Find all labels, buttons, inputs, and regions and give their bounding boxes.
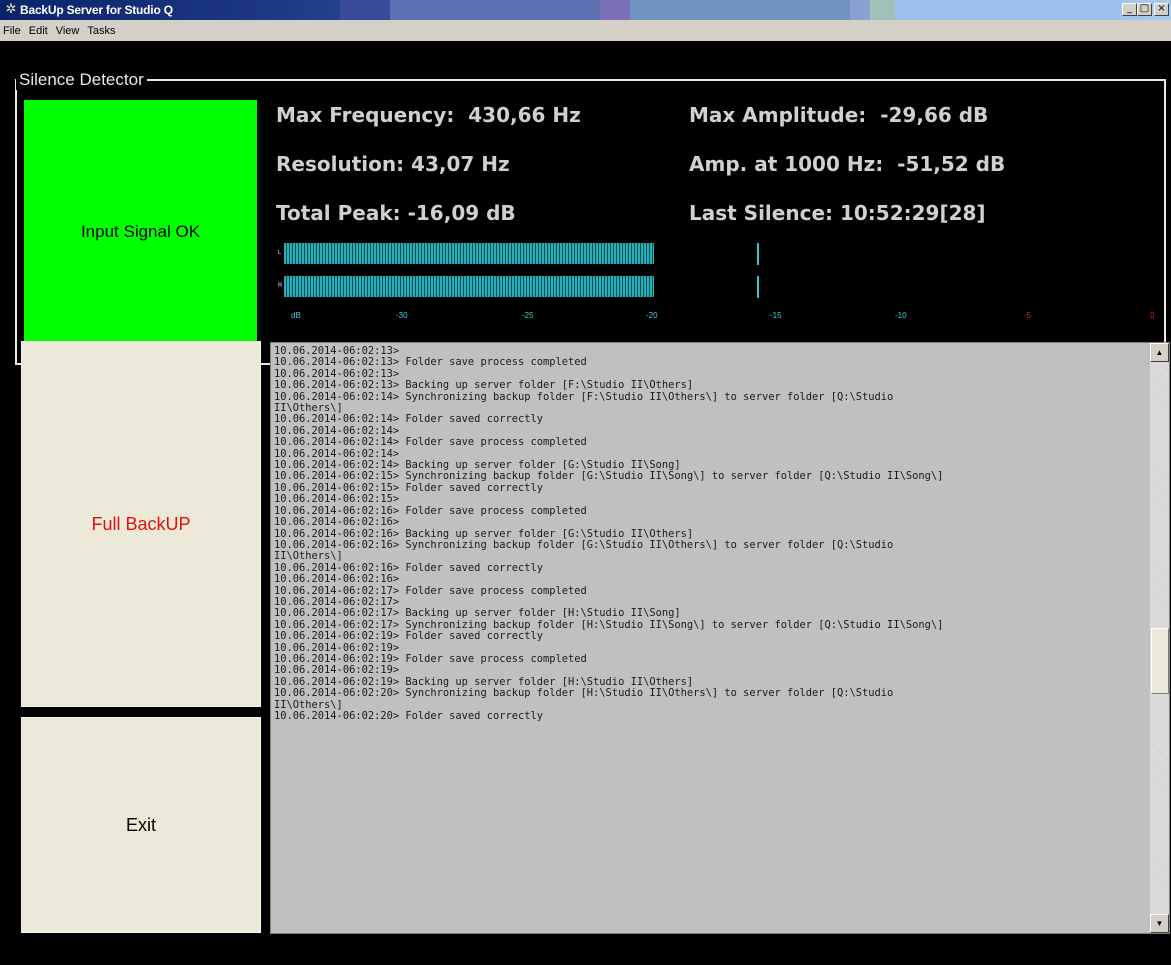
meter-scale-15: -15 bbox=[770, 311, 782, 320]
meter-right-peak bbox=[756, 276, 759, 298]
title-bar[interactable]: ✲ BackUp Server for Studio Q _ □ × bbox=[0, 0, 1171, 20]
log-line: 10.06.2014-06:02:20> Folder saved correc… bbox=[274, 710, 543, 722]
meter-right-label: R bbox=[278, 283, 283, 289]
resolution: Resolution: 43,07 Hz bbox=[276, 152, 510, 176]
log-line: 10.06.2014-06:02:20> Synchronizing backu… bbox=[274, 687, 894, 700]
meter-scale-10: -10 bbox=[895, 311, 907, 320]
menu-edit[interactable]: Edit bbox=[25, 25, 52, 37]
log-line: II\Others\] bbox=[274, 550, 343, 563]
client-area: Silence Detector Input Signal OK Max Fre… bbox=[0, 41, 1171, 965]
meter-left-peak bbox=[756, 243, 759, 265]
scroll-down-arrow-icon[interactable]: ▼ bbox=[1150, 914, 1169, 933]
menu-file[interactable]: File bbox=[0, 25, 25, 37]
menu-view[interactable]: View bbox=[52, 25, 84, 37]
log-line: 10.06.2014-06:02:16> Folder save process… bbox=[274, 504, 587, 517]
menu-bar: File Edit View Tasks bbox=[0, 20, 1171, 41]
silence-detector-title: Silence Detector bbox=[16, 70, 147, 90]
meter-scale-30: -30 bbox=[396, 311, 408, 320]
full-backup-label: Full BackUP bbox=[91, 513, 191, 534]
log-line: 10.06.2014-06:02:13> Backing up server f… bbox=[274, 379, 694, 392]
window-title: BackUp Server for Studio Q bbox=[20, 3, 173, 17]
log-line: 10.06.2014-06:02:16> Folder saved correc… bbox=[274, 561, 543, 574]
meter-scale-20: -20 bbox=[646, 311, 658, 320]
gear-icon[interactable]: ✲ bbox=[4, 2, 18, 16]
meter-scale-db: dB bbox=[291, 311, 301, 320]
log-line: 10.06.2014-06:02:16> bbox=[274, 573, 400, 586]
input-signal-label: Input Signal OK bbox=[80, 222, 201, 241]
exit-label: Exit bbox=[125, 814, 156, 835]
full-backup-button[interactable]: Full BackUP bbox=[21, 341, 261, 707]
log-line: 10.06.2014-06:02:13> Folder save process… bbox=[274, 356, 587, 369]
log-line: 10.06.2014-06:02:14> Folder saved correc… bbox=[274, 413, 543, 426]
log-panel[interactable]: 10.06.2014-06:02:13> 10.06.2014-06:02:13>… bbox=[270, 342, 1170, 934]
maximize-button[interactable]: □ bbox=[1137, 3, 1152, 16]
log-line: 10.06.2014-06:02:14> Synchronizing backu… bbox=[274, 390, 894, 403]
meter-scale-5: -5 bbox=[1024, 311, 1032, 320]
scroll-up-arrow-icon[interactable]: ▲ bbox=[1150, 343, 1169, 362]
meter-left-label: L bbox=[278, 250, 282, 256]
log-scrollbar[interactable]: ▲ ▼ bbox=[1150, 343, 1169, 933]
log-text: 10.06.2014-06:02:13> 10.06.2014-06:02:13>… bbox=[274, 346, 1149, 930]
log-line: 10.06.2014-06:02:14> Folder save process… bbox=[274, 436, 587, 449]
minimize-button[interactable]: _ bbox=[1122, 3, 1137, 16]
input-signal-indicator: Input Signal OK bbox=[24, 100, 257, 364]
log-line: 10.06.2014-06:02:15> bbox=[274, 493, 400, 506]
log-line: 10.06.2014-06:02:15> Folder saved correc… bbox=[274, 481, 543, 494]
meter-right-bar bbox=[284, 276, 655, 297]
meter-scale-0: 0 bbox=[1150, 311, 1155, 320]
meter-left-bar bbox=[284, 243, 655, 264]
max-frequency: Max Frequency: 430,66 Hz bbox=[276, 103, 581, 127]
log-line: 10.06.2014-06:02:16> bbox=[274, 516, 400, 529]
log-line: 10.06.2014-06:02:17> Folder save process… bbox=[274, 584, 587, 597]
total-peak: Total Peak: -16,09 dB bbox=[276, 201, 516, 225]
last-silence: Last Silence: 10:52:29[28] bbox=[689, 201, 986, 225]
window-controls: _ □ × bbox=[1122, 3, 1169, 16]
meter-scale-25: -25 bbox=[522, 311, 534, 320]
exit-button[interactable]: Exit bbox=[21, 717, 261, 933]
title-bar-gradient bbox=[340, 0, 1120, 20]
max-amplitude: Max Amplitude: -29,66 dB bbox=[689, 103, 989, 127]
menu-tasks[interactable]: Tasks bbox=[83, 25, 119, 37]
amp-at-1000hz: Amp. at 1000 Hz: -51,52 dB bbox=[689, 152, 1006, 176]
scrollbar-thumb[interactable] bbox=[1151, 628, 1169, 694]
log-line: 10.06.2014-06:02:16> Synchronizing backu… bbox=[274, 538, 894, 551]
log-line: 10.06.2014-06:02:19> Folder saved correc… bbox=[274, 630, 543, 643]
close-button[interactable]: × bbox=[1154, 3, 1169, 16]
log-line: 10.06.2014-06:02:19> Folder save process… bbox=[274, 652, 587, 665]
